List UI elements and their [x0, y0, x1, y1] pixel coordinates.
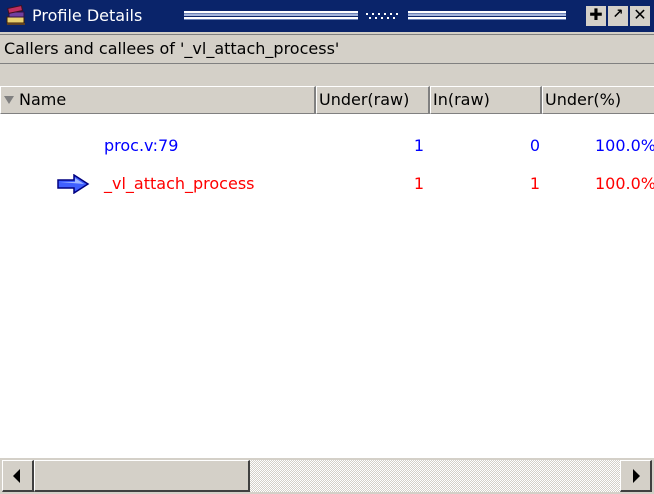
window-title: Profile Details [32, 6, 143, 25]
column-header-label: Name [19, 90, 67, 109]
list-item[interactable]: proc.v:79 1 0 100.0% [0, 130, 654, 162]
row-in-raw: 0 [529, 136, 540, 155]
row-in-raw: 1 [529, 174, 540, 193]
close-button[interactable]: ✕ [630, 6, 650, 26]
panel-caption: Callers and callees of '_vl_attach_proce… [0, 34, 654, 64]
column-header-name[interactable]: Name [0, 86, 316, 114]
drag-handle-icon[interactable] [362, 9, 404, 23]
column-header-in-raw[interactable]: In(raw) [430, 86, 542, 114]
books-icon [6, 4, 25, 25]
column-header-under-raw[interactable]: Under(raw) [316, 86, 430, 114]
right-arrow-icon [57, 174, 90, 194]
scroll-right-button[interactable] [620, 460, 652, 492]
callers-callees-list[interactable]: proc.v:79 1 0 100.0% _vl_attach_process … [0, 114, 654, 458]
scrollbar-thumb[interactable] [34, 460, 250, 492]
row-under-pct: 100.0% [594, 174, 654, 193]
title-grip[interactable] [408, 9, 566, 23]
pin-button[interactable]: ✚ [586, 6, 606, 26]
title-bar[interactable]: Profile Details ✚ ↗ ✕ [0, 0, 654, 32]
row-name: _vl_attach_process [104, 174, 255, 193]
row-under-raw: 1 [413, 136, 424, 155]
horizontal-scrollbar[interactable] [0, 458, 654, 494]
sort-descending-icon [4, 96, 14, 104]
row-under-raw: 1 [413, 174, 424, 193]
title-grip[interactable] [184, 9, 358, 23]
left-arrow-icon [13, 469, 20, 483]
row-under-pct: 100.0% [594, 136, 654, 155]
column-header-under-pct[interactable]: Under(%) [542, 86, 654, 114]
row-name: proc.v:79 [104, 136, 179, 155]
right-arrow-small-icon [633, 469, 640, 483]
restore-button[interactable]: ↗ [608, 6, 628, 26]
scroll-left-button[interactable] [2, 460, 34, 492]
scrollbar-track[interactable] [250, 460, 620, 492]
list-item-current[interactable]: _vl_attach_process 1 1 100.0% [0, 168, 654, 200]
column-header-row: Name Under(raw) In(raw) Under(%) [0, 86, 654, 114]
